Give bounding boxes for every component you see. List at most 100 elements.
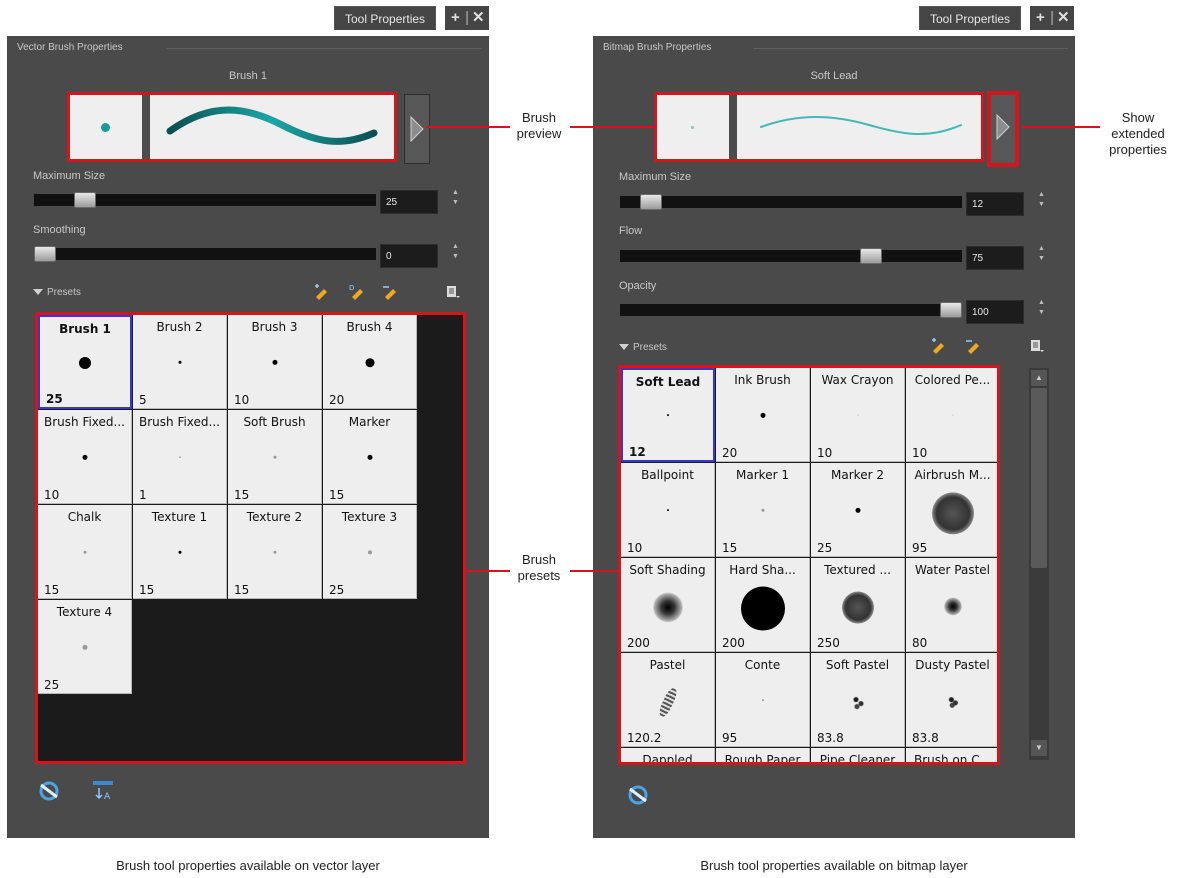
close-icon[interactable]: ✕: [472, 6, 485, 30]
max-size-slider[interactable]: [620, 194, 962, 210]
scroll-down-icon[interactable]: ▼: [1031, 740, 1047, 756]
spin-arrows[interactable]: ▲ ▼: [452, 242, 460, 262]
presets-toggle[interactable]: Presets: [619, 342, 667, 353]
brush-preset-cell[interactable]: Soft Pastel 83.8: [811, 653, 905, 747]
brush-tip-mark: [367, 454, 372, 460]
presets-toggle[interactable]: Presets: [33, 287, 81, 298]
brush-preset-cell[interactable]: Brush Fixed... 10: [38, 410, 132, 504]
close-icon[interactable]: ✕: [1057, 6, 1070, 30]
brush-preset-cell[interactable]: Water Pastel 80: [906, 558, 997, 652]
brush-presets-grid: Soft Lead 12 Ink Brush 20 Wax Crayon 10 Colore…: [618, 365, 1000, 765]
stroke-stabilizer-icon[interactable]: [626, 782, 652, 808]
brush-preset-cell[interactable]: Brush 2 5: [133, 315, 227, 409]
brush-preset-cell[interactable]: Dappled: [621, 748, 715, 762]
brush-preset-cell[interactable]: Soft Shading 200: [621, 558, 715, 652]
scrollbar-thumb[interactable]: [1031, 388, 1047, 568]
tab-tool-properties[interactable]: Tool Properties: [334, 6, 437, 30]
slider-handle[interactable]: [74, 192, 96, 208]
show-extended-properties-button[interactable]: [987, 91, 1019, 167]
max-size-field[interactable]: 25: [380, 190, 438, 214]
brush-preset-cell[interactable]: Ballpoint 10: [621, 463, 715, 557]
brush-tip-preview: [657, 95, 729, 159]
brush-preset-cell[interactable]: Colored Pe... 10: [906, 368, 997, 462]
flow-slider[interactable]: [620, 248, 962, 264]
show-extended-properties-button[interactable]: [404, 94, 430, 164]
preset-size: 20: [722, 446, 738, 460]
slider-handle[interactable]: [860, 248, 882, 264]
presets-scrollbar[interactable]: ▲ ▼: [1029, 368, 1049, 760]
brush-preset-cell[interactable]: Marker 2 25: [811, 463, 905, 557]
preset-name: Conte: [744, 658, 781, 672]
brush-tip-mark: [178, 550, 181, 554]
smoothing-slider[interactable]: [34, 246, 376, 262]
spin-arrows[interactable]: ▲ ▼: [452, 188, 460, 208]
new-preset-icon[interactable]: [313, 284, 329, 300]
brush-preset-cell[interactable]: Brush on C...: [906, 748, 997, 762]
preset-size: 15: [139, 583, 155, 597]
brush-preset-cell[interactable]: Brush Fixed... 1: [133, 410, 227, 504]
brush-preset-cell[interactable]: Textured ... 250: [811, 558, 905, 652]
preset-name: Texture 4: [56, 605, 113, 619]
brush-preset-cell[interactable]: Marker 1 15: [716, 463, 810, 557]
brush-preset-cell[interactable]: Soft Brush 15: [228, 410, 322, 504]
opacity-field[interactable]: 100: [966, 300, 1024, 324]
brush-preset-cell[interactable]: Marker 15: [323, 410, 417, 504]
annotation-brush-presets: Brush presets: [508, 552, 570, 584]
preset-name: Texture 3: [341, 510, 398, 524]
brush-preset-cell[interactable]: Brush 1 25: [38, 315, 132, 409]
spin-arrows[interactable]: ▲ ▼: [1038, 244, 1046, 264]
tab-tool-properties[interactable]: Tool Properties: [919, 6, 1022, 30]
preset-size: 95: [722, 731, 738, 745]
opacity-slider[interactable]: [620, 302, 962, 318]
stroke-preview: [166, 106, 378, 145]
brush-preset-cell[interactable]: Wax Crayon 10: [811, 368, 905, 462]
brush-tip-mark: [841, 591, 874, 624]
slider-handle[interactable]: [640, 194, 662, 210]
add-view-icon[interactable]: +: [451, 6, 460, 30]
brush-preset-cell[interactable]: Brush 3 10: [228, 315, 322, 409]
brush-preset-cell[interactable]: Rough Paper: [716, 748, 810, 762]
brush-preset-cell[interactable]: Brush 4 20: [323, 315, 417, 409]
auto-flatten-icon[interactable]: A: [90, 778, 116, 804]
brush-preset-cell[interactable]: Texture 2 15: [228, 505, 322, 599]
preset-name: Soft Shading: [629, 563, 706, 577]
brush-preset-cell[interactable]: Hard Sha... 200: [716, 558, 810, 652]
smoothing-field[interactable]: 0: [380, 244, 438, 268]
slider-handle[interactable]: [940, 302, 962, 318]
brush-preset-cell[interactable]: Pastel 120.2: [621, 653, 715, 747]
add-view-icon[interactable]: +: [1036, 6, 1045, 30]
stroke-stabilizer-icon[interactable]: [37, 778, 63, 804]
rename-preset-icon[interactable]: D: [349, 284, 365, 300]
brush-preset-cell[interactable]: Ink Brush 20: [716, 368, 810, 462]
delete-preset-icon[interactable]: [965, 338, 981, 354]
spin-arrows[interactable]: ▲ ▼: [1038, 298, 1046, 318]
brush-preset-cell[interactable]: Texture 4 25: [38, 600, 132, 694]
brush-preset-cell[interactable]: Pipe Cleaner: [811, 748, 905, 762]
divider: [167, 48, 482, 49]
scroll-up-icon[interactable]: ▲: [1031, 370, 1047, 386]
brush-tip-mark: [761, 508, 764, 512]
brush-preset-cell[interactable]: Conte 95: [716, 653, 810, 747]
preset-name: Colored Pe...: [914, 373, 991, 387]
preset-size: 83.8: [817, 731, 844, 745]
annotation-line-1: Brush: [522, 110, 556, 125]
brush-preset-cell[interactable]: Chalk 15: [38, 505, 132, 599]
new-preset-icon[interactable]: [930, 338, 946, 354]
slider-handle[interactable]: [34, 246, 56, 262]
preset-name: Water Pastel: [914, 563, 990, 577]
max-size-slider[interactable]: [34, 192, 376, 208]
preset-name: Ballpoint: [641, 468, 694, 482]
max-size-field[interactable]: 12: [966, 192, 1024, 216]
presets-menu-icon[interactable]: [1029, 338, 1045, 354]
spin-arrows[interactable]: ▲ ▼: [1038, 190, 1046, 210]
brush-preset-cell[interactable]: Texture 3 25: [323, 505, 417, 599]
preset-name: Brush Fixed...: [44, 415, 125, 429]
brush-preset-cell[interactable]: Dusty Pastel 83.8: [906, 653, 997, 747]
brush-preset-cell[interactable]: Texture 1 15: [133, 505, 227, 599]
flow-field[interactable]: 75: [966, 246, 1024, 270]
presets-menu-icon[interactable]: [445, 284, 461, 300]
preset-size: 25: [46, 392, 63, 406]
brush-preset-cell[interactable]: Airbrush M... 95: [906, 463, 997, 557]
brush-preset-cell[interactable]: Soft Lead 12: [621, 368, 715, 462]
delete-preset-icon[interactable]: [382, 284, 398, 300]
